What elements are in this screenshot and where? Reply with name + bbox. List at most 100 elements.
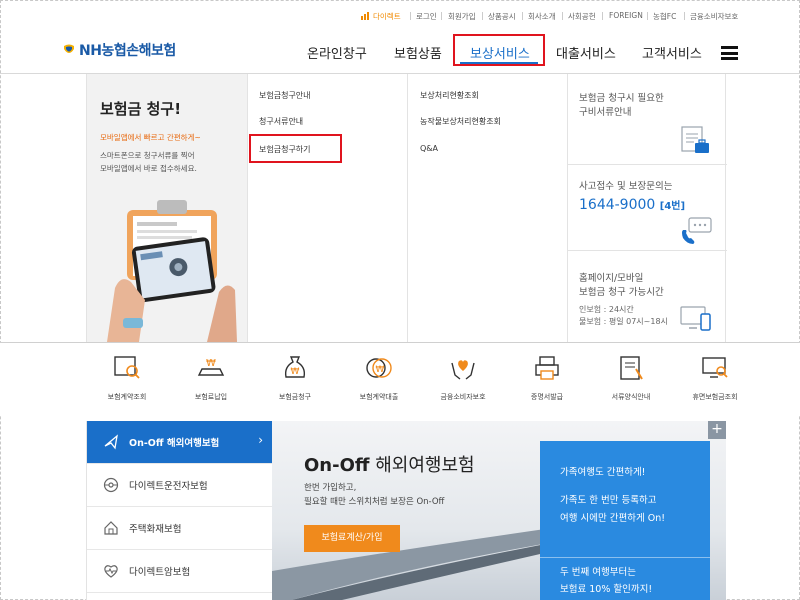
document-pen-icon <box>620 356 643 380</box>
nav-customer-service[interactable]: 고객서비스 <box>642 43 702 62</box>
quick-form-guide[interactable]: 서류양식안내 <box>589 343 673 415</box>
promo-title: 보험금 청구! <box>100 100 182 118</box>
claim-info-panel: 보험금 청구시 필요한 구비서류안내 사고접수 및 보장문의는 1644-900… <box>567 74 727 342</box>
quick-dormant-inquiry[interactable]: 휴면보험금조회 <box>673 343 757 415</box>
banner-desc-line: 한번 가입하고, <box>304 483 357 493</box>
hamburger-menu-icon[interactable] <box>721 46 738 60</box>
util-link-product-notice[interactable]: 상품공시 <box>488 11 516 22</box>
util-separator <box>562 12 563 20</box>
column-divider <box>407 74 408 342</box>
benefit-text: 보험료 10% 할인까지! <box>560 584 653 595</box>
product-item-travel[interactable]: On-Off 해외여행보험 › <box>87 421 273 464</box>
chevron-right-icon: › <box>258 433 263 447</box>
promo-description: 스마트폰으로 청구서류를 찍어 모바일앱에서 바로 접수하세요. <box>100 150 197 175</box>
svg-text:₩: ₩ <box>206 358 216 369</box>
benefit-divider <box>540 557 710 558</box>
menu-crop-claim-status[interactable]: 농작물보상처리현황조회 <box>420 116 501 127</box>
svg-text:₩: ₩ <box>291 367 300 377</box>
hours-detail-line: 물보험 : 평일 07시~18시 <box>579 317 668 326</box>
nav-loan-service[interactable]: 대출서비스 <box>556 43 616 62</box>
product-list: On-Off 해외여행보험 › 다이렉트운전자보험 주택화재보험 다이렉트암보험 <box>86 421 273 600</box>
quick-label: 보험계약대출 <box>359 393 399 401</box>
document-briefcase-icon <box>681 126 709 153</box>
main-nav: 온라인창구 보험상품 보상서비스 대출서비스 고객서비스 <box>0 40 800 64</box>
benefit-text: 가족여행도 간편하게! <box>560 467 646 478</box>
info-divider <box>567 250 727 251</box>
monitor-mobile-icon <box>680 306 711 331</box>
quick-premium-payment[interactable]: ₩ 보험료납입 <box>169 343 253 415</box>
util-link-signup[interactable]: 회원가입 <box>448 11 476 22</box>
benefit-text: 두 번째 여행부터는 <box>560 567 636 578</box>
banner-benefit-box: 가족여행도 간편하게! 가족도 한 번만 등록하고 여행 시에만 간편하게 On… <box>540 441 710 600</box>
phone-chat-icon <box>682 217 712 244</box>
benefit-text: 가족도 한 번만 등록하고 <box>560 495 657 506</box>
nav-online-service[interactable]: 온라인창구 <box>307 43 367 62</box>
util-link-company[interactable]: 회사소개 <box>528 11 556 22</box>
product-label: 주택화재보험 <box>129 524 182 535</box>
promo-desc-line: 스마트폰으로 청구서류를 찍어 <box>100 151 195 160</box>
quick-label: 휴면보험금조회 <box>692 393 738 401</box>
quick-claim[interactable]: ₩ 보험금청구 <box>253 343 337 415</box>
util-link-social[interactable]: 사회공헌 <box>568 11 596 22</box>
util-link-login[interactable]: 로그인 <box>416 11 437 22</box>
quick-certificate[interactable]: 증명서발급 <box>505 343 589 415</box>
quick-consumer-protection[interactable]: 금융소비자보호 <box>421 343 505 415</box>
product-item-fire[interactable]: 주택화재보험 <box>87 507 273 550</box>
util-separator <box>647 12 648 20</box>
menu-claim-guide[interactable]: 보험금청구안내 <box>259 90 311 101</box>
promo-subtitle: 모바일앱에서 빠르고 간편하게~ <box>100 133 201 142</box>
nav-insurance-products[interactable]: 보험상품 <box>394 43 442 62</box>
banner-more-button[interactable]: + <box>708 421 726 439</box>
quick-label: 금융소비자보호 <box>440 393 486 401</box>
product-label: 다이렉트운전자보험 <box>129 481 208 492</box>
money-bag-icon: ₩ <box>284 356 306 378</box>
docs-info-line: 구비서류안내 <box>579 107 632 118</box>
printer-icon <box>535 356 559 380</box>
heartbeat-icon <box>104 565 118 578</box>
plane-icon <box>104 434 118 450</box>
promo-desc-line: 모바일앱에서 바로 접수하세요. <box>100 163 197 173</box>
docs-info-line: 보험금 청구시 필요한 <box>579 93 664 104</box>
monitor-search-icon <box>702 357 728 378</box>
quick-label: 보험료납입 <box>194 393 228 401</box>
steering-wheel-icon <box>103 477 119 493</box>
nav-highlight-box <box>453 34 545 66</box>
util-link-foreign[interactable]: FOREIGN <box>609 11 643 20</box>
monitor-search-icon <box>114 356 140 379</box>
column-divider <box>247 74 248 342</box>
util-separator <box>602 12 603 20</box>
banner-title-rest: 해외여행보험 <box>369 455 475 476</box>
quick-contract-inquiry[interactable]: 보험계약조회 <box>85 343 169 415</box>
travel-insurance-banner[interactable]: On-Off 해외여행보험 한번 가입하고, 필요할 때만 스위치처럼 보장은 … <box>272 421 726 600</box>
menu-claim-status[interactable]: 보상처리현황조회 <box>420 90 479 101</box>
menu-claim-documents[interactable]: 청구서류안내 <box>259 116 303 127</box>
coin-loan-icon: ₩ <box>366 358 392 378</box>
call-info-text: 사고접수 및 보장문의는 <box>579 181 673 192</box>
claim-phone-number[interactable]: 1644-9000 [4번] <box>579 197 685 213</box>
util-separator <box>684 12 685 20</box>
product-item-cancer[interactable]: 다이렉트암보험 <box>87 550 273 593</box>
hours-detail: 인보험 : 24시간 물보험 : 평일 07시~18시 <box>579 304 668 328</box>
util-link-nhfc[interactable]: 농협FC <box>653 11 676 22</box>
house-icon <box>104 521 118 535</box>
won-payment-icon: ₩ <box>197 358 225 376</box>
util-link-consumer-protection[interactable]: 금융소비자보호 <box>690 11 738 22</box>
utility-bar: 다이렉트 로그인 회원가입 상품공시 회사소개 사회공헌 FOREIGN 농협F… <box>0 11 800 25</box>
file-claim-highlight-box <box>249 134 342 163</box>
hours-info-line: 홈페이지/모바일 <box>579 273 644 284</box>
menu-qna[interactable]: Q&A <box>420 144 438 153</box>
phone-claim-illustration <box>107 200 237 342</box>
product-label: On-Off 해외여행보험 <box>129 438 220 449</box>
hours-detail-line: 인보험 : 24시간 <box>579 305 634 314</box>
quick-contract-loan[interactable]: ₩ 보험계약대출 <box>337 343 421 415</box>
banner-description: 한번 가입하고, 필요할 때만 스위치처럼 보장은 On-Off <box>304 481 444 509</box>
util-link-direct[interactable]: 다이렉트 <box>373 11 401 22</box>
banner-title: On-Off 해외여행보험 <box>304 451 475 477</box>
claim-promo[interactable]: 보험금 청구! 모바일앱에서 빠르고 간편하게~ 스마트폰으로 청구서류를 찍어… <box>87 74 247 342</box>
product-item-driver[interactable]: 다이렉트운전자보험 <box>87 464 273 507</box>
quick-label: 보험계약조회 <box>107 393 147 401</box>
util-separator <box>482 12 483 20</box>
premium-calc-button[interactable]: 보험료계산/가입 <box>304 525 400 552</box>
docs-info-text[interactable]: 보험금 청구시 필요한 구비서류안내 <box>579 92 664 120</box>
banner-title-bold: On-Off <box>304 455 370 476</box>
